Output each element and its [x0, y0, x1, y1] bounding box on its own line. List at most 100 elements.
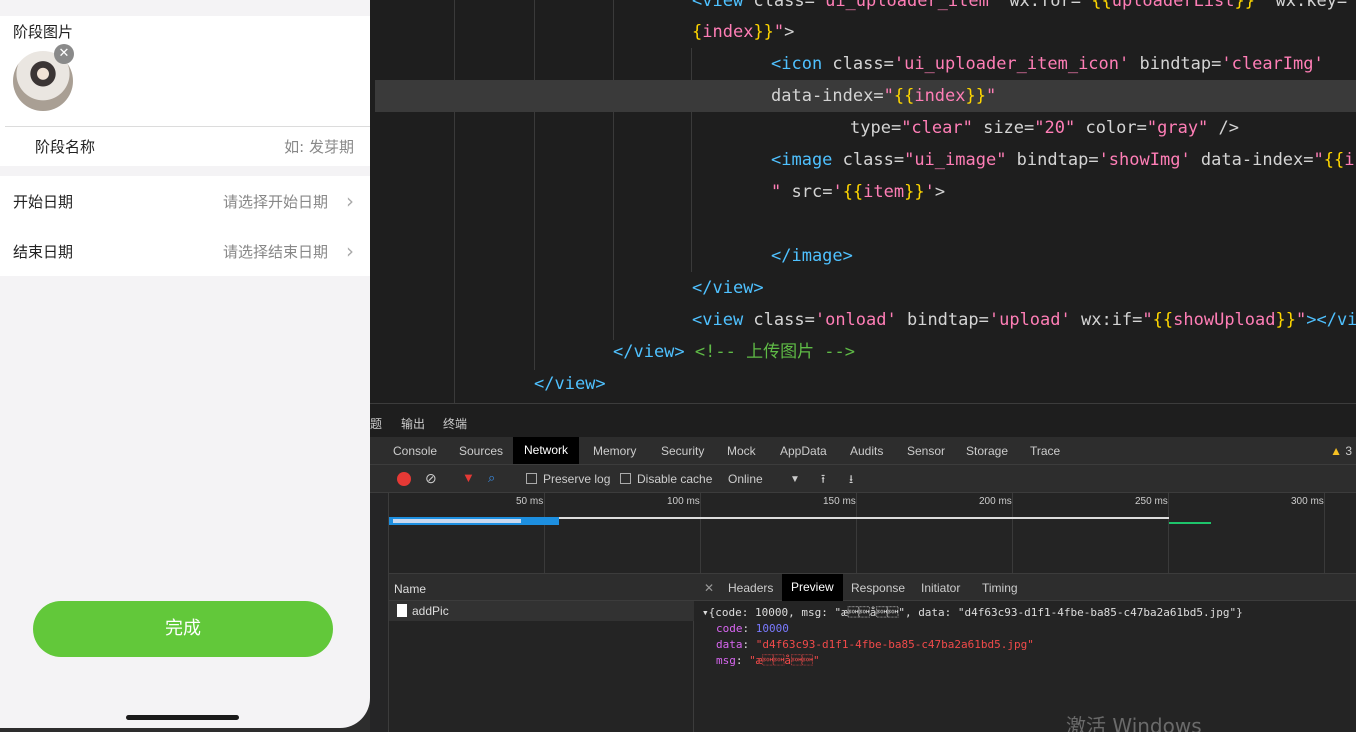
- json-key: msg: [716, 654, 736, 667]
- code-token: type=: [850, 118, 902, 138]
- file-icon: [397, 604, 407, 617]
- code-token: ": [773, 22, 785, 42]
- tab-security[interactable]: Security: [661, 444, 704, 458]
- code-token: bindtap=: [1129, 54, 1222, 74]
- timeline-tick-label: 50 ms: [516, 496, 544, 507]
- tab-trace[interactable]: Trace: [1030, 444, 1060, 458]
- tab-problems[interactable]: 题: [370, 415, 382, 432]
- download-icon[interactable]: ⭳: [849, 470, 853, 491]
- tab-console[interactable]: Console: [393, 444, 437, 458]
- devtools-panel: 题 输出 终端 Console Sources Network Memory S…: [370, 403, 1356, 732]
- end-date-picker[interactable]: 请选择结束日期: [223, 241, 328, 262]
- phone-screen: 阶段图片 ✕ 阶段名称 如: 发芽期 开始日期 请选择开始日期 › 结束日期 请…: [0, 0, 370, 728]
- code-line[interactable]: " src='{{item}}'>: [771, 176, 945, 208]
- code-line[interactable]: </view>: [534, 368, 606, 400]
- code-token: color=: [1075, 118, 1147, 138]
- tab-sources[interactable]: Sources: [459, 444, 503, 458]
- tab-output[interactable]: 输出: [401, 415, 425, 432]
- code-token: class=: [753, 310, 815, 330]
- indent-guide: [454, 0, 455, 403]
- tab-response[interactable]: Response: [851, 581, 905, 595]
- code-token: 'onload': [814, 310, 897, 330]
- search-icon[interactable]: ⌕: [488, 470, 495, 486]
- code-line[interactable]: <image class="ui_image" bindtap='showImg…: [771, 144, 1356, 176]
- clear-icon[interactable]: ✕: [54, 44, 74, 64]
- code-token: index: [914, 86, 966, 106]
- tab-headers[interactable]: Headers: [728, 581, 773, 595]
- disable-cache-label: Disable cache: [637, 472, 713, 486]
- close-icon[interactable]: ✕: [704, 581, 714, 595]
- tab-initiator[interactable]: Initiator: [921, 581, 960, 595]
- stage-name-input[interactable]: 如: 发芽期: [284, 136, 354, 157]
- disable-cache-checkbox[interactable]: Disable cache: [620, 472, 712, 486]
- json-summary-text: {code: 10000, msg: "æå", data: "d4f6…: [708, 606, 1243, 619]
- tab-storage[interactable]: Storage: [966, 444, 1008, 458]
- code-token: ': [832, 182, 843, 202]
- upload-icon[interactable]: ⭱: [821, 470, 825, 491]
- code-editor[interactable]: <view class='ui_uploader_item' wx:for="{…: [370, 0, 1356, 403]
- code-token: wx:for=: [999, 0, 1081, 11]
- start-date-picker[interactable]: 请选择开始日期: [223, 191, 328, 212]
- code-token: ": [1347, 0, 1356, 11]
- done-button[interactable]: 完成: [33, 601, 333, 657]
- code-token: >: [784, 22, 795, 42]
- code-token: {{: [842, 182, 864, 202]
- code-token: }}: [904, 182, 925, 202]
- warning-count: 3: [1345, 444, 1352, 458]
- tab-mock[interactable]: Mock: [727, 444, 756, 458]
- end-date-row[interactable]: 结束日期 请选择结束日期 ›: [0, 226, 370, 276]
- home-indicator: [126, 715, 239, 720]
- tab-network[interactable]: Network: [513, 437, 580, 464]
- start-date-row[interactable]: 开始日期 请选择开始日期 ›: [0, 176, 370, 226]
- record-icon[interactable]: [397, 472, 411, 486]
- json-preview[interactable]: ▾{code: 10000, msg: "æå", data: "d4f…: [702, 605, 1243, 669]
- tab-preview[interactable]: Preview: [782, 574, 843, 601]
- code-line[interactable]: </view> <!-- 上传图片 -->: [613, 336, 855, 368]
- code-line[interactable]: type="clear" size="20" color="gray" />: [850, 112, 1239, 144]
- timeline-tick-label: 200 ms: [979, 496, 1012, 507]
- code-token: ": [771, 182, 782, 202]
- tab-timing[interactable]: Timing: [982, 581, 1018, 595]
- code-line[interactable]: <view class='ui_uploader_item' wx:for="{…: [692, 0, 1356, 17]
- code-line[interactable]: <view class='onload' bindtap='upload' wx…: [692, 304, 1356, 336]
- code-token: </view>: [613, 342, 685, 362]
- code-token: }}: [965, 86, 986, 106]
- chevron-right-icon: ›: [346, 239, 354, 263]
- tab-appdata[interactable]: AppData: [780, 444, 827, 458]
- code-token: "clear": [901, 118, 973, 138]
- chevron-down-icon[interactable]: ▼: [790, 474, 800, 485]
- code-line[interactable]: <icon class='ui_uploader_item_icon' bind…: [771, 48, 1324, 80]
- throttle-select[interactable]: Online: [728, 472, 763, 486]
- code-line[interactable]: {index}}">: [692, 16, 794, 48]
- network-timeline[interactable]: 50 ms 100 ms 150 ms 200 ms 250 ms 300 ms: [388, 493, 1356, 573]
- request-name: addPic: [412, 604, 449, 618]
- clear-log-icon[interactable]: ⊘: [425, 470, 437, 487]
- code-line[interactable]: data-index="{{index}}": [771, 80, 996, 112]
- json-summary[interactable]: ▾{code: 10000, msg: "æå", data: "d4f…: [702, 605, 1243, 621]
- filter-icon[interactable]: ▼: [462, 470, 475, 485]
- code-token: {{: [893, 86, 915, 106]
- request-list-header[interactable]: Name: [389, 573, 695, 601]
- json-prop: msg: "æå": [716, 654, 820, 667]
- code-line[interactable]: </image>: [771, 240, 853, 272]
- expand-triangle-icon[interactable]: ▾: [702, 606, 709, 619]
- timeline-gridline: [544, 493, 545, 573]
- tab-memory[interactable]: Memory: [593, 444, 636, 458]
- tab-terminal[interactable]: 终端: [443, 415, 467, 432]
- timeline-gridline: [1168, 493, 1169, 573]
- code-token: uploaderList: [1111, 0, 1235, 11]
- start-date-label: 开始日期: [13, 193, 74, 211]
- table-row[interactable]: addPic: [389, 601, 695, 621]
- tab-sensor[interactable]: Sensor: [907, 444, 945, 458]
- indent-guide: [534, 0, 535, 370]
- tab-audits[interactable]: Audits: [850, 444, 883, 458]
- code-line[interactable]: </view>: [692, 272, 764, 304]
- code-token: wx:key=: [1265, 0, 1348, 11]
- end-date-label: 结束日期: [13, 243, 74, 261]
- indent-guide: [613, 0, 614, 340]
- warning-counter[interactable]: ▲ 3: [1330, 444, 1352, 458]
- code-token: ": [986, 86, 997, 106]
- windows-activation-watermark: 激活 Windows: [1066, 714, 1202, 732]
- code-token: ": [1255, 0, 1266, 11]
- preserve-log-checkbox[interactable]: Preserve log: [526, 472, 610, 486]
